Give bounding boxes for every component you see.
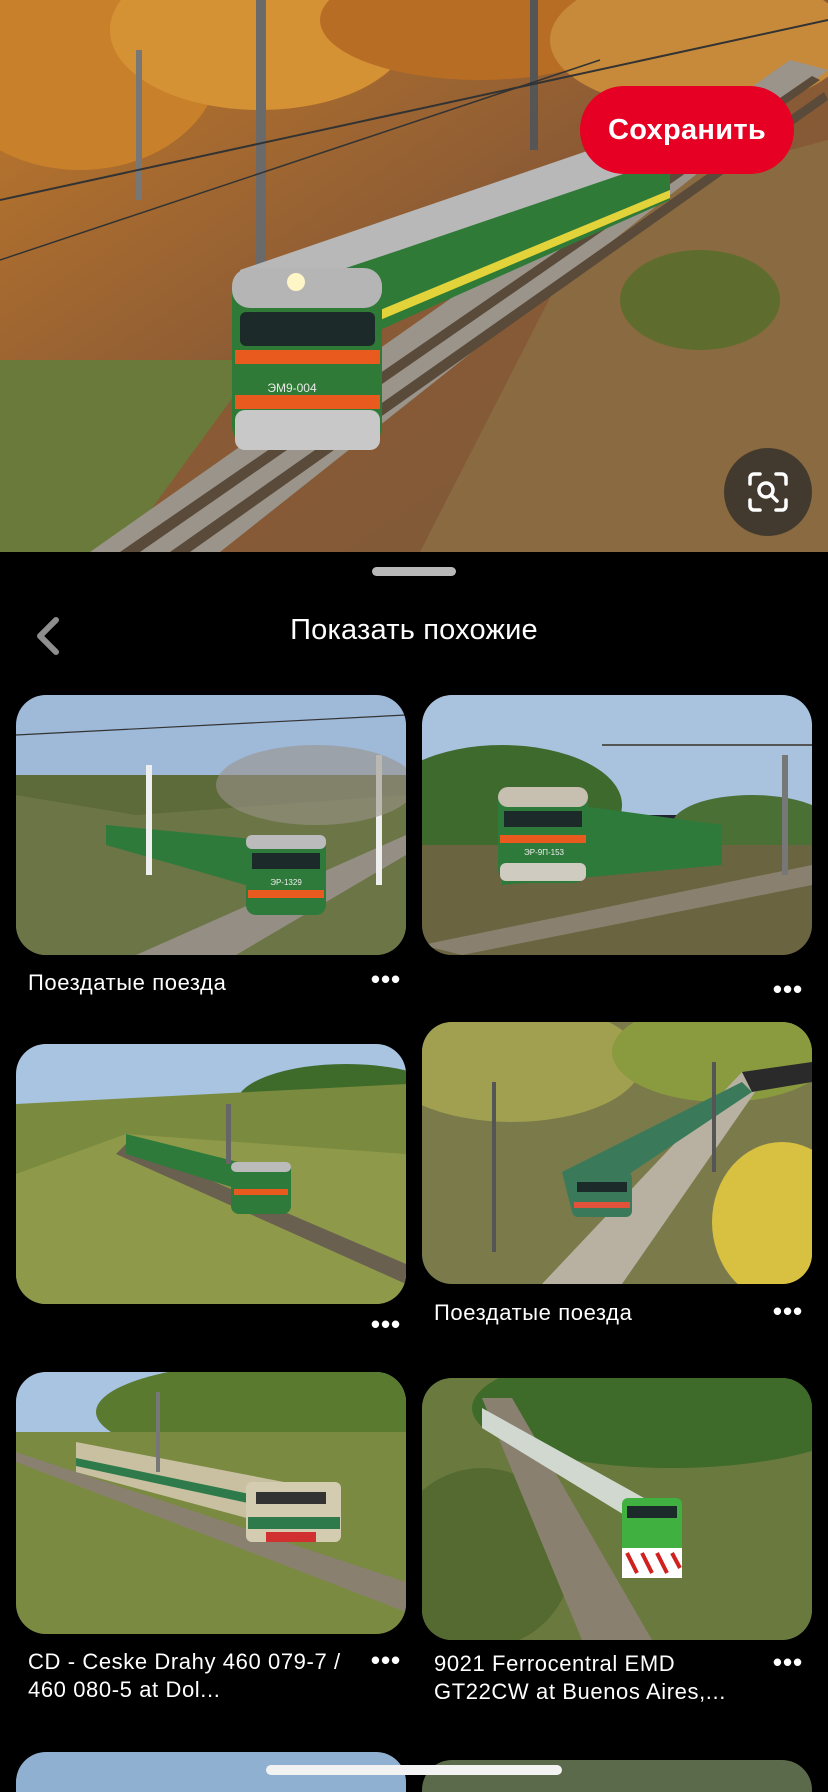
similar-pins-sheet: Показать похожие ЭР-1329 Поездатые поезд <box>0 552 828 1792</box>
pin-card[interactable]: ••• <box>16 1044 406 1339</box>
train-photo <box>16 1044 406 1304</box>
pin-closeup-image[interactable]: ЭМ9-004 Сохранить <box>0 0 828 552</box>
more-options-button[interactable]: ••• <box>768 1647 808 1677</box>
train-photo <box>422 1022 812 1284</box>
more-options-button[interactable]: ••• <box>366 1645 406 1675</box>
visual-search-icon <box>748 472 788 512</box>
train-photo: ЭР-9П-153 <box>422 695 812 955</box>
sheet-grabber[interactable] <box>372 567 456 576</box>
train-photo <box>16 1372 406 1634</box>
pin-card[interactable]: Поездатые поезда ••• <box>422 1022 812 1342</box>
pin-image[interactable]: ЭР-1329 <box>16 695 406 955</box>
more-options-button[interactable]: ••• <box>366 964 406 994</box>
pin-caption: CD - Ceske Drahy 460 079-7 / 460 080-5 a… <box>28 1649 341 1702</box>
visual-search-button[interactable] <box>724 448 812 536</box>
pin-image[interactable] <box>422 1378 812 1640</box>
save-button[interactable]: Сохранить <box>580 86 794 174</box>
train-photo <box>422 1378 812 1640</box>
train-plate-text: ЭР-9П-153 <box>524 848 565 857</box>
home-indicator[interactable] <box>266 1765 562 1775</box>
pin-caption: 9021 Ferrocentral EMD GT22CW at Buenos A… <box>434 1651 726 1704</box>
more-options-button[interactable]: ••• <box>768 974 808 1004</box>
pin-image[interactable] <box>422 1022 812 1284</box>
pin-image[interactable]: ЭР-9П-153 <box>422 695 812 955</box>
pin-card[interactable]: CD - Ceske Drahy 460 079-7 / 460 080-5 a… <box>16 1372 406 1712</box>
pin-caption: Поездатые поезда <box>28 970 227 995</box>
train-photo: ЭР-1329 <box>16 695 406 955</box>
train-photo: ЭМ9-004 <box>0 0 828 552</box>
pin-caption: Поездатые поезда <box>434 1300 633 1325</box>
train-plate-text: ЭР-1329 <box>270 878 302 887</box>
pin-image[interactable] <box>16 1372 406 1634</box>
more-options-button[interactable]: ••• <box>366 1309 406 1339</box>
sheet-title: Показать похожие <box>290 614 538 646</box>
train-plate-text: ЭМ9-004 <box>267 381 317 395</box>
more-options-button[interactable]: ••• <box>768 1296 808 1326</box>
pin-card[interactable]: ЭР-1329 Поездатые поезда ••• <box>16 695 406 995</box>
pin-card[interactable]: ЭР-9П-153 ••• <box>422 695 812 1004</box>
pin-card[interactable]: 9021 Ferrocentral EMD GT22CW at Buenos A… <box>422 1378 812 1718</box>
pin-image[interactable] <box>16 1044 406 1304</box>
